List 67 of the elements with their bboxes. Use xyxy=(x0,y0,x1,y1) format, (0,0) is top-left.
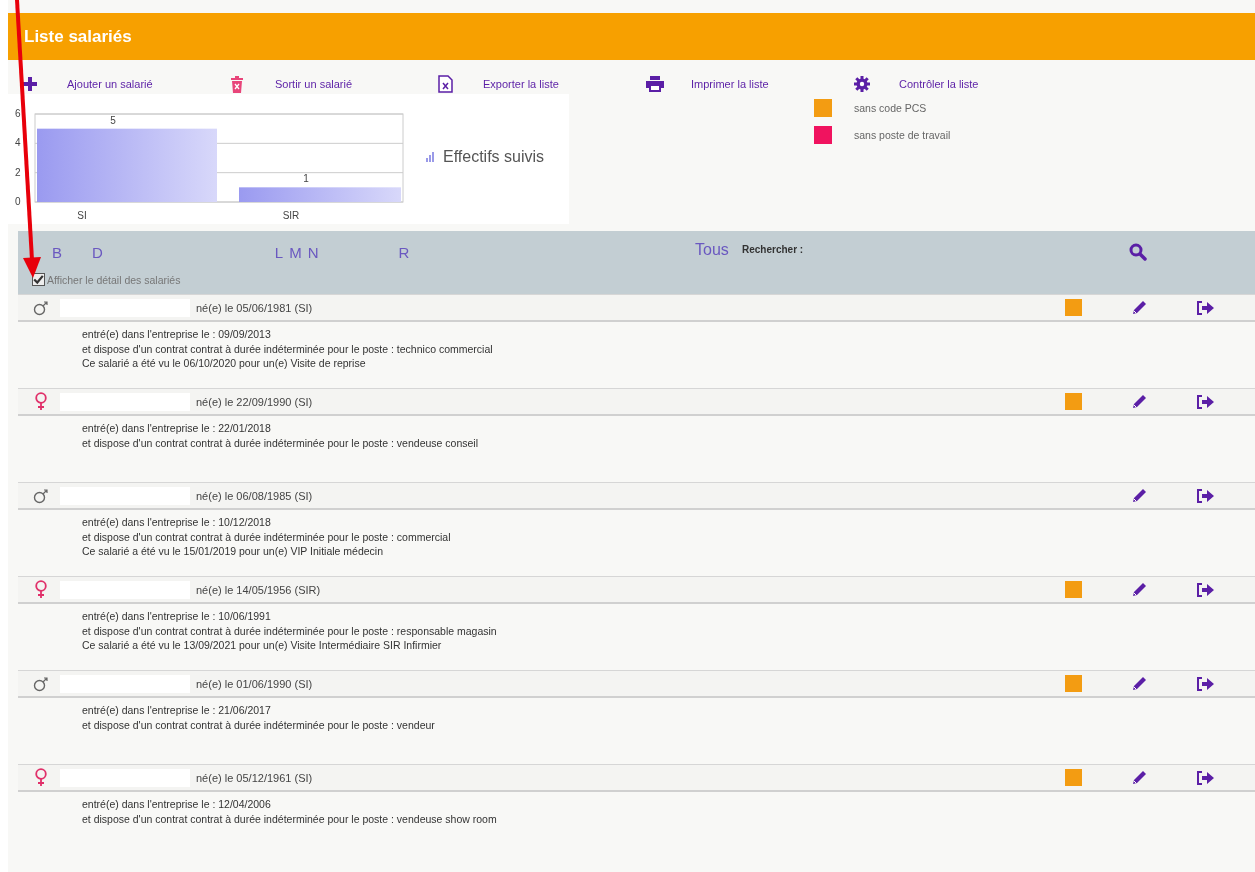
exit-arrow-icon[interactable] xyxy=(1195,393,1215,410)
pencil-icon[interactable] xyxy=(1131,299,1147,316)
legend-label: sans poste de travail xyxy=(854,129,951,141)
employee-detail-line: Ce salarié a été vu le 06/10/2020 pour un(e) Visite de reprise xyxy=(82,356,367,371)
category-label: SIR xyxy=(282,210,300,221)
axis-tick-label: 6 xyxy=(15,108,21,119)
employee-detail-line: entré(e) dans l'entreprise le : 10/06/1991 xyxy=(82,609,272,624)
axis-tick-label: 0 xyxy=(15,196,21,207)
exit-arrow-icon[interactable] xyxy=(1195,675,1215,692)
spreadsheet-file-icon[interactable] xyxy=(438,75,453,93)
birth-date-text: né(e) le 14/05/1956 (SIR) xyxy=(196,583,321,596)
employee-detail-line: et dispose d'un contrat contrat à durée indéterminée pour le poste : responsable magasin xyxy=(82,623,498,638)
checkbox[interactable] xyxy=(32,273,45,286)
employee-detail-line: et dispose d'un contrat contrat à durée indéterminée pour le poste : vendeur xyxy=(82,717,436,732)
letter-filter-link[interactable]: D xyxy=(92,243,103,261)
exit-arrow-icon[interactable] xyxy=(1195,769,1215,786)
letter-filter-link[interactable]: B xyxy=(52,243,62,261)
birth-date-text: né(e) le 05/06/1981 (SI) xyxy=(196,301,313,314)
chart-legend-label: Effectifs suivis xyxy=(443,148,545,166)
toolbar-link[interactable]: Exporter la liste xyxy=(483,78,559,90)
letter-filter-link[interactable]: N xyxy=(307,243,319,261)
axis-tick-label: 4 xyxy=(15,137,21,149)
checkbox-label: Afficher le détail des salariés xyxy=(47,273,181,286)
employee-detail-line: entré(e) dans l'entreprise le : 22/01/2018 xyxy=(82,421,272,436)
search-label: Rechercher : xyxy=(742,244,804,255)
toolbar-link[interactable]: Ajouter un salarié xyxy=(67,78,153,90)
birth-date-text: né(e) le 22/09/1990 (SI) xyxy=(196,395,313,408)
plus-icon[interactable] xyxy=(22,76,38,92)
exit-arrow-icon[interactable] xyxy=(1195,299,1215,316)
employee-detail-line: et dispose d'un contrat contrat à durée indéterminée pour le poste : vendeuse conseil xyxy=(82,435,479,450)
employee-detail-line: Ce salarié a été vu le 15/01/2019 pour un(e) VIP Initiale médecin xyxy=(82,544,384,559)
employee-detail-line: entré(e) dans l'entreprise le : 21/06/2017 xyxy=(82,703,272,718)
category-label: SI xyxy=(77,210,87,221)
birth-date-text: né(e) le 05/12/1961 (SI) xyxy=(196,771,313,784)
exit-arrow-icon[interactable] xyxy=(1195,487,1215,504)
data-label: 1 xyxy=(303,173,309,185)
birth-date-text: né(e) le 01/06/1990 (SI) xyxy=(196,677,313,690)
pencil-icon[interactable] xyxy=(1131,487,1147,504)
printer-icon[interactable] xyxy=(646,76,664,92)
search-icon[interactable] xyxy=(1129,243,1147,261)
bar-chart-icon xyxy=(425,152,435,162)
employee-detail-line: entré(e) dans l'entreprise le : 09/09/2013 xyxy=(82,327,272,342)
letter-filter-link[interactable]: L xyxy=(274,243,284,261)
employee-detail-line: et dispose d'un contrat contrat à durée indéterminée pour le poste : commercial xyxy=(82,529,452,544)
legend-label: sans code PCS xyxy=(854,102,927,114)
pencil-icon[interactable] xyxy=(1131,393,1147,410)
pencil-icon[interactable] xyxy=(1131,581,1147,598)
employee-detail-line: et dispose d'un contrat contrat à durée indéterminée pour le poste : vendeuse show room xyxy=(82,811,498,826)
axis-tick-label: 2 xyxy=(15,166,21,178)
birth-date-text: né(e) le 06/08/1985 (SI) xyxy=(196,489,313,502)
employee-detail-line: Ce salarié a été vu le 13/09/2021 pour un(e) Visite Intermédiaire SIR Infirmier xyxy=(82,638,443,653)
employee-detail-line: entré(e) dans l'entreprise le : 10/12/2018 xyxy=(82,515,272,530)
toolbar-link[interactable]: Sortir un salarié xyxy=(275,78,353,90)
page-title: Liste salariés xyxy=(24,27,132,47)
trash-icon[interactable] xyxy=(230,75,244,93)
filter-link[interactable]: Tous xyxy=(695,241,729,259)
pencil-icon[interactable] xyxy=(1131,769,1147,786)
toolbar-link[interactable]: Imprimer la liste xyxy=(691,78,769,90)
data-label: 5 xyxy=(110,114,116,126)
letter-filter-link[interactable]: M xyxy=(289,243,302,261)
pencil-icon[interactable] xyxy=(1131,675,1147,692)
toolbar-link[interactable]: Contrôler la liste xyxy=(899,78,979,90)
letter-filter-link[interactable]: R xyxy=(398,243,410,261)
settings-icon[interactable] xyxy=(854,76,870,92)
employee-detail-line: et dispose d'un contrat contrat à durée indéterminée pour le poste : technico commercial xyxy=(82,341,494,356)
employee-detail-line: entré(e) dans l'entreprise le : 12/04/2006 xyxy=(82,797,272,812)
exit-arrow-icon[interactable] xyxy=(1195,581,1215,598)
